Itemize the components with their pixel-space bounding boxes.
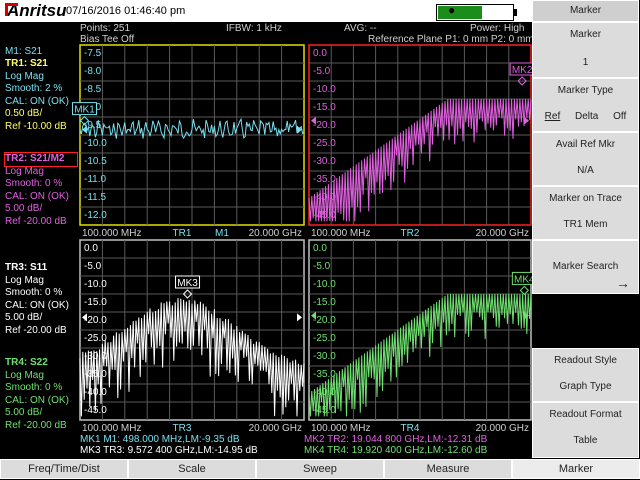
readout-style-label: Readout Style (554, 355, 617, 366)
g2-ytick: -5.0 (313, 66, 331, 77)
submenu-arrow-icon: → (616, 275, 630, 291)
blank-softkey (532, 294, 639, 348)
g1-ytick: -8.5 (84, 84, 102, 95)
g4-ytick: -30.0 (313, 351, 336, 362)
scale-button[interactable]: Scale (128, 459, 256, 479)
g2-marker-label: MK2 (512, 65, 532, 76)
g3-stop-freq: 20.000 GHz (249, 423, 302, 434)
graph-area[interactable]: -7.5-8.0-8.5-9.0-9.5-10.0-10.5-11.0-11.5… (0, 0, 532, 458)
sweep-button[interactable]: Sweep (256, 459, 384, 479)
g4-trace-name: TR4 (401, 423, 420, 434)
g2-ytick: -10.0 (313, 84, 336, 95)
g3-ref-arrow-right (297, 313, 302, 322)
marker-readout-mk3: MK3 TR3: 9.572 400 GHz,LM:-14.95 dB (80, 445, 258, 456)
g1-ytick: -8.0 (84, 66, 102, 77)
g3-marker-label: MK3 (177, 278, 198, 289)
g2-ytick: -15.0 (313, 102, 336, 113)
g3-ytick: -15.0 (84, 297, 107, 308)
g4-ytick: -20.0 (313, 315, 336, 326)
g1-trace-name: TR1 (173, 228, 192, 239)
marker-select-value: 1 (582, 57, 589, 68)
marker-readout-mk1: MK1 M1: 498.000 MHz,LM:-9.35 dB (80, 434, 240, 445)
marker-type-ref: Ref (544, 111, 561, 122)
g3-ytick: 0.0 (84, 243, 98, 254)
g1-ytick: -11.0 (84, 174, 106, 185)
g1-start-freq: 100.000 MHz (82, 228, 141, 239)
g2-ref-arrow-right (524, 116, 529, 125)
g3-ytick: -20.0 (84, 315, 107, 326)
freq-time-dist-button[interactable]: Freq/Time/Dist (0, 459, 128, 479)
g2-start-freq: 100.000 MHz (311, 228, 370, 239)
g3-trace-name: TR3 (173, 423, 192, 434)
marker-type-button[interactable]: Marker Type Ref Delta Off (532, 78, 639, 132)
marker-readout-mk2: MK2 TR2: 19.044 800 GHz,LM:-12.31 dB (304, 434, 488, 445)
g4-stop-freq: 20.000 GHz (476, 423, 529, 434)
g1-ytick: -10.0 (84, 138, 107, 149)
avail-ref-marker-button[interactable]: Avail Ref Mkr N/A (532, 132, 639, 186)
softkey-menu-title: Marker (532, 0, 639, 22)
g1-ytick: -11.5 (84, 192, 106, 203)
g2-ytick: -30.0 (313, 156, 336, 167)
marker-type-delta: Delta (575, 111, 599, 122)
avail-ref-marker-label: Avail Ref Mkr (555, 139, 616, 150)
marker-search-button[interactable]: Marker Search → (532, 240, 639, 294)
marker-type-label: Marker Type (557, 85, 614, 96)
g1-memory-name: M1 (215, 228, 229, 239)
measure-button[interactable]: Measure (384, 459, 512, 479)
g1-stop-freq: 20.000 GHz (249, 228, 302, 239)
readout-style-value: Graph Type (559, 381, 612, 392)
g1-ytick: -12.0 (84, 210, 107, 221)
g1-ytick: -10.5 (84, 156, 107, 167)
readout-format-button[interactable]: Readout Format Table (532, 402, 639, 458)
marker-select-button[interactable]: Marker 1 (532, 22, 639, 78)
g3-start-freq: 100.000 MHz (82, 423, 141, 434)
g2-ytick: -25.0 (313, 138, 336, 149)
readout-format-value: Table (573, 435, 598, 446)
g4-ytick: 0.0 (313, 243, 327, 254)
g4-start-freq: 100.000 MHz (311, 423, 370, 434)
g2-trace-name: TR2 (401, 228, 420, 239)
marker-on-trace-label: Marker on Trace (549, 193, 622, 204)
marker-readout-mk4: MK4 TR4: 19.920 400 GHz,LM:-12.60 dB (304, 445, 488, 456)
g3-ytick: -10.0 (84, 279, 107, 290)
g2-ytick: -20.0 (313, 120, 336, 131)
g4-marker-diamond (519, 285, 530, 296)
g4-ytick: -35.0 (313, 369, 336, 380)
marker-search-label: Marker Search (552, 261, 619, 272)
g3-ytick: -5.0 (84, 261, 102, 272)
marker-on-trace-button[interactable]: Marker on Trace TR1 Mem (532, 186, 639, 240)
g4-ytick: -15.0 (313, 297, 336, 308)
main-menu-bar: Freq/Time/Dist Scale Sweep Measure Marke… (0, 458, 640, 480)
g1-ytick: -7.5 (84, 48, 102, 59)
softkey-panel: Marker Marker 1 Marker Type Ref Delta Of… (532, 0, 640, 458)
g1-marker-label: MK1 (74, 105, 95, 116)
marker-menu-button[interactable]: Marker (512, 459, 640, 479)
g4-ytick: -25.0 (313, 333, 336, 344)
g2-ytick: 0.0 (313, 48, 327, 59)
g4-ytick: -5.0 (313, 261, 331, 272)
marker-type-off: Off (613, 111, 627, 122)
g4-marker-label: MK4 (514, 274, 532, 285)
g3-ytick: -25.0 (84, 333, 107, 344)
g2-stop-freq: 20.000 GHz (476, 228, 529, 239)
readout-format-label: Readout Format (549, 409, 622, 420)
g2-ytick: -35.0 (313, 174, 336, 185)
avail-ref-marker-value: N/A (577, 165, 594, 176)
g4-ytick: -10.0 (313, 279, 336, 290)
readout-style-button[interactable]: Readout Style Graph Type (532, 348, 639, 402)
marker-select-label: Marker (569, 29, 602, 40)
marker-on-trace-value: TR1 Mem (563, 219, 608, 230)
